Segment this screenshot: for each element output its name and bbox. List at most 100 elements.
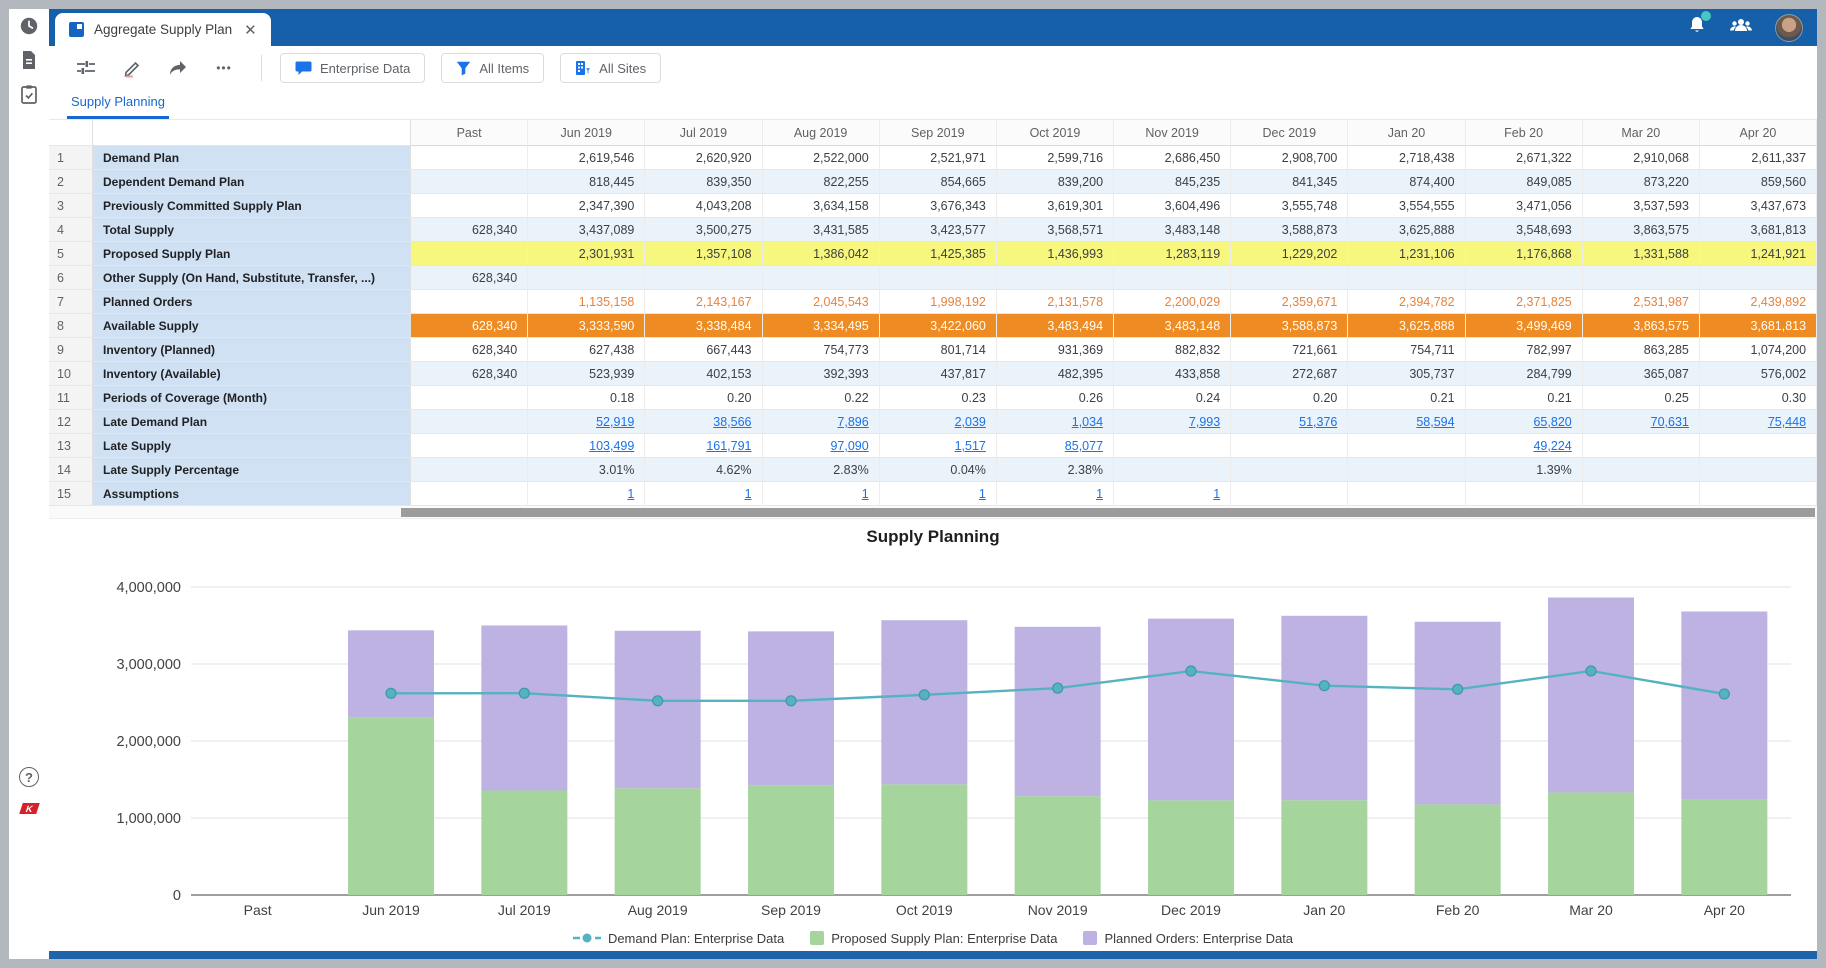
table-cell[interactable]: 75,448 bbox=[1700, 410, 1817, 434]
table-cell[interactable]: 2,910,068 bbox=[1583, 146, 1700, 170]
table-cell[interactable]: 1 bbox=[1114, 482, 1231, 506]
table-cell[interactable]: 3,483,148 bbox=[1114, 314, 1231, 338]
cell-link[interactable]: 161,791 bbox=[645, 434, 751, 458]
table-cell[interactable] bbox=[1583, 458, 1700, 482]
table-cell[interactable]: 839,200 bbox=[997, 170, 1114, 194]
table-cell[interactable]: 3,471,056 bbox=[1466, 194, 1583, 218]
table-cell[interactable]: 3,568,571 bbox=[997, 218, 1114, 242]
table-cell[interactable]: 392,393 bbox=[763, 362, 880, 386]
legend-item[interactable]: Proposed Supply Plan: Enterprise Data bbox=[810, 931, 1057, 946]
table-cell[interactable]: 1,331,588 bbox=[1583, 242, 1700, 266]
table-cell[interactable]: 1,436,993 bbox=[997, 242, 1114, 266]
cell-link[interactable]: 7,993 bbox=[1114, 410, 1220, 434]
cell-link[interactable]: 97,090 bbox=[763, 434, 869, 458]
table-cell[interactable]: 7,993 bbox=[1114, 410, 1231, 434]
table-cell[interactable] bbox=[411, 290, 528, 314]
table-cell[interactable]: 49,224 bbox=[1466, 434, 1583, 458]
table-cell[interactable]: 841,345 bbox=[1231, 170, 1348, 194]
table-cell[interactable]: 801,714 bbox=[880, 338, 997, 362]
table-cell[interactable]: 3,588,873 bbox=[1231, 314, 1348, 338]
table-cell[interactable]: 3,555,748 bbox=[1231, 194, 1348, 218]
table-cell[interactable]: 85,077 bbox=[997, 434, 1114, 458]
table-cell[interactable]: 628,340 bbox=[411, 266, 528, 290]
table-cell[interactable]: 2,301,931 bbox=[528, 242, 645, 266]
table-cell[interactable]: 0.25 bbox=[1583, 386, 1700, 410]
legend-item[interactable]: Planned Orders: Enterprise Data bbox=[1083, 931, 1293, 946]
row-label[interactable]: Proposed Supply Plan bbox=[93, 242, 411, 266]
cell-link[interactable]: 38,566 bbox=[645, 410, 751, 434]
table-cell[interactable]: 2,143,167 bbox=[645, 290, 762, 314]
table-cell[interactable]: 38,566 bbox=[645, 410, 762, 434]
table-cell[interactable]: 721,661 bbox=[1231, 338, 1348, 362]
cell-link[interactable]: 1 bbox=[528, 482, 634, 506]
table-cell[interactable]: 1,034 bbox=[997, 410, 1114, 434]
table-cell[interactable]: 627,438 bbox=[528, 338, 645, 362]
table-cell[interactable]: 3,681,813 bbox=[1700, 218, 1817, 242]
row-label[interactable]: Periods of Coverage (Month) bbox=[93, 386, 411, 410]
table-cell[interactable]: 0.30 bbox=[1700, 386, 1817, 410]
table-cell[interactable]: 1,176,868 bbox=[1466, 242, 1583, 266]
column-header[interactable]: Sep 2019 bbox=[880, 120, 997, 146]
table-cell[interactable]: 284,799 bbox=[1466, 362, 1583, 386]
table-cell[interactable]: 2,394,782 bbox=[1348, 290, 1465, 314]
table-cell[interactable]: 0.26 bbox=[997, 386, 1114, 410]
table-cell[interactable]: 4.62% bbox=[645, 458, 762, 482]
table-cell[interactable]: 3,500,275 bbox=[645, 218, 762, 242]
help-icon[interactable]: ? bbox=[19, 767, 39, 787]
table-cell[interactable]: 3,863,575 bbox=[1583, 314, 1700, 338]
table-cell[interactable]: 433,858 bbox=[1114, 362, 1231, 386]
table-cell[interactable]: 2,522,000 bbox=[763, 146, 880, 170]
row-label[interactable]: Planned Orders bbox=[93, 290, 411, 314]
table-cell[interactable] bbox=[645, 266, 762, 290]
row-label[interactable]: Late Supply bbox=[93, 434, 411, 458]
table-cell[interactable] bbox=[1583, 482, 1700, 506]
legend-item[interactable]: Demand Plan: Enterprise Data bbox=[573, 931, 784, 946]
table-cell[interactable]: 7,896 bbox=[763, 410, 880, 434]
cell-link[interactable]: 65,820 bbox=[1466, 410, 1572, 434]
table-cell[interactable]: 754,773 bbox=[763, 338, 880, 362]
table-cell[interactable] bbox=[1466, 482, 1583, 506]
table-cell[interactable] bbox=[1114, 458, 1231, 482]
table-cell[interactable]: 1,231,106 bbox=[1348, 242, 1465, 266]
table-cell[interactable]: 2,371,825 bbox=[1466, 290, 1583, 314]
table-cell[interactable]: 2,131,578 bbox=[997, 290, 1114, 314]
table-cell[interactable]: 782,997 bbox=[1466, 338, 1583, 362]
table-cell[interactable] bbox=[411, 410, 528, 434]
table-cell[interactable]: 1,229,202 bbox=[1231, 242, 1348, 266]
cell-link[interactable]: 7,896 bbox=[763, 410, 869, 434]
table-cell[interactable]: 2,599,716 bbox=[997, 146, 1114, 170]
table-cell[interactable]: 3,422,060 bbox=[880, 314, 997, 338]
share-forward-icon[interactable] bbox=[159, 52, 197, 84]
column-header[interactable]: Jan 20 bbox=[1348, 120, 1465, 146]
column-header[interactable]: Past bbox=[411, 120, 528, 146]
table-cell[interactable] bbox=[411, 146, 528, 170]
table-cell[interactable]: 863,285 bbox=[1583, 338, 1700, 362]
table-cell[interactable]: 2,686,450 bbox=[1114, 146, 1231, 170]
table-cell[interactable] bbox=[1348, 482, 1465, 506]
table-cell[interactable]: 822,255 bbox=[763, 170, 880, 194]
table-cell[interactable] bbox=[1583, 266, 1700, 290]
table-cell[interactable]: 628,340 bbox=[411, 362, 528, 386]
table-cell[interactable]: 1,386,042 bbox=[763, 242, 880, 266]
table-cell[interactable] bbox=[1231, 482, 1348, 506]
table-cell[interactable]: 2.38% bbox=[997, 458, 1114, 482]
column-header[interactable]: Feb 20 bbox=[1466, 120, 1583, 146]
row-label[interactable]: Total Supply bbox=[93, 218, 411, 242]
table-cell[interactable]: 52,919 bbox=[528, 410, 645, 434]
table-cell[interactable]: 854,665 bbox=[880, 170, 997, 194]
cell-link[interactable]: 2,039 bbox=[880, 410, 986, 434]
table-cell[interactable]: 576,002 bbox=[1700, 362, 1817, 386]
table-cell[interactable]: 2,611,337 bbox=[1700, 146, 1817, 170]
table-cell[interactable]: 51,376 bbox=[1231, 410, 1348, 434]
table-cell[interactable]: 3,619,301 bbox=[997, 194, 1114, 218]
table-cell[interactable] bbox=[1231, 434, 1348, 458]
column-header[interactable]: Oct 2019 bbox=[997, 120, 1114, 146]
table-cell[interactable]: 3,548,693 bbox=[1466, 218, 1583, 242]
table-cell[interactable]: 2,619,546 bbox=[528, 146, 645, 170]
table-cell[interactable] bbox=[411, 386, 528, 410]
table-cell[interactable]: 3,334,495 bbox=[763, 314, 880, 338]
table-cell[interactable]: 628,340 bbox=[411, 218, 528, 242]
column-header[interactable]: Nov 2019 bbox=[1114, 120, 1231, 146]
table-cell[interactable]: 0.20 bbox=[1231, 386, 1348, 410]
row-label[interactable]: Inventory (Planned) bbox=[93, 338, 411, 362]
